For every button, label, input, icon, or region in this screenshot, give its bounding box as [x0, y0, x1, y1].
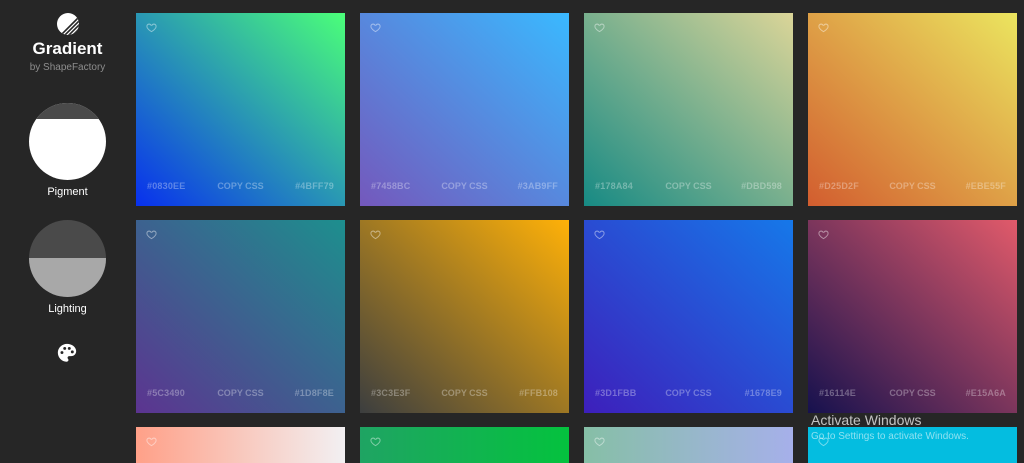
gradient-card[interactable]	[584, 427, 793, 463]
heart-icon[interactable]	[370, 229, 381, 240]
gradient-card[interactable]: #178A84 COPY CSS #DBD598	[584, 13, 793, 206]
card-footer: #16114E COPY CSS #E15A6A	[808, 388, 1017, 402]
gradient-app: Gradient by ShapeFactory Pigment Lightin…	[0, 0, 1024, 463]
card-footer: #5C3490 COPY CSS #1D8F8E	[136, 388, 345, 402]
start-color-hex[interactable]: #7458BC	[371, 181, 410, 191]
copy-css-button[interactable]: COPY CSS	[441, 181, 487, 191]
start-color-hex[interactable]: #0830EE	[147, 181, 185, 191]
gradient-card[interactable]: #D25D2F COPY CSS #EBE55F	[808, 13, 1017, 206]
heart-icon[interactable]	[370, 436, 381, 447]
palette-icon[interactable]	[56, 342, 78, 364]
heart-icon[interactable]	[818, 229, 829, 240]
card-footer: #0830EE COPY CSS #4BFF79	[136, 181, 345, 195]
start-color-hex[interactable]: #D25D2F	[819, 181, 859, 191]
card-footer: #7458BC COPY CSS #3AB9FF	[360, 181, 569, 195]
end-color-hex[interactable]: #3AB9FF	[518, 181, 558, 191]
card-footer: #3D1FBB COPY CSS #1678E9	[584, 388, 793, 402]
brand-title: Gradient	[32, 39, 103, 58]
gradient-card[interactable]: #3D1FBB COPY CSS #1678E9	[584, 220, 793, 413]
copy-css-button[interactable]: COPY CSS	[665, 388, 711, 398]
gradient-card[interactable]: #0830EE COPY CSS #4BFF79	[136, 13, 345, 206]
gradient-card[interactable]	[360, 427, 569, 463]
start-color-hex[interactable]: #16114E	[819, 388, 856, 398]
card-footer: #178A84 COPY CSS #DBD598	[584, 181, 793, 195]
card-footer: #D25D2F COPY CSS #EBE55F	[808, 181, 1017, 195]
heart-icon[interactable]	[818, 22, 829, 33]
lighting-toggle-band	[29, 258, 106, 297]
heart-icon[interactable]	[146, 229, 157, 240]
start-color-hex[interactable]: #5C3490	[147, 388, 185, 398]
copy-css-button[interactable]: COPY CSS	[665, 181, 711, 191]
end-color-hex[interactable]: #1D8F8E	[295, 388, 334, 398]
gradient-logo-icon[interactable]	[56, 12, 80, 36]
gradient-card[interactable]: #7458BC COPY CSS #3AB9FF	[360, 13, 569, 206]
copy-css-button[interactable]: COPY CSS	[889, 388, 935, 398]
heart-icon[interactable]	[594, 229, 605, 240]
gradient-card[interactable]: #16114E COPY CSS #E15A6A	[808, 220, 1017, 413]
brand-subtitle: by ShapeFactory	[29, 62, 106, 73]
activate-windows-title: Activate Windows	[811, 412, 922, 428]
end-color-hex[interactable]: #EBE55F	[966, 181, 1006, 191]
pigment-toggle-band	[29, 103, 106, 119]
end-color-hex[interactable]: #1678E9	[745, 388, 782, 398]
heart-icon[interactable]	[146, 22, 157, 33]
copy-css-button[interactable]: COPY CSS	[217, 181, 263, 191]
end-color-hex[interactable]: #DBD598	[741, 181, 782, 191]
heart-icon[interactable]	[594, 436, 605, 447]
heart-icon[interactable]	[594, 22, 605, 33]
end-color-hex[interactable]: #4BFF79	[295, 181, 334, 191]
lighting-label: Lighting	[48, 303, 87, 315]
copy-css-button[interactable]: COPY CSS	[217, 388, 263, 398]
end-color-hex[interactable]: #E15A6A	[966, 388, 1006, 398]
gradient-card[interactable]	[136, 427, 345, 463]
pigment-toggle[interactable]	[29, 103, 106, 180]
heart-icon[interactable]	[146, 436, 157, 447]
lighting-toggle[interactable]	[29, 220, 106, 297]
card-footer: #3C3E3F COPY CSS #FFB108	[360, 388, 569, 402]
start-color-hex[interactable]: #3C3E3F	[371, 388, 410, 398]
gradient-card[interactable]: #3C3E3F COPY CSS #FFB108	[360, 220, 569, 413]
end-color-hex[interactable]: #FFB108	[519, 388, 558, 398]
copy-css-button[interactable]: COPY CSS	[889, 181, 935, 191]
sidebar: Gradient by ShapeFactory Pigment Lightin…	[0, 0, 135, 463]
start-color-hex[interactable]: #3D1FBB	[595, 388, 636, 398]
start-color-hex[interactable]: #178A84	[595, 181, 633, 191]
pigment-label: Pigment	[47, 186, 88, 198]
copy-css-button[interactable]: COPY CSS	[441, 388, 487, 398]
gradient-card[interactable]: #5C3490 COPY CSS #1D8F8E	[136, 220, 345, 413]
activate-windows-subtitle: Go to Settings to activate Windows.	[811, 431, 969, 442]
heart-icon[interactable]	[370, 22, 381, 33]
